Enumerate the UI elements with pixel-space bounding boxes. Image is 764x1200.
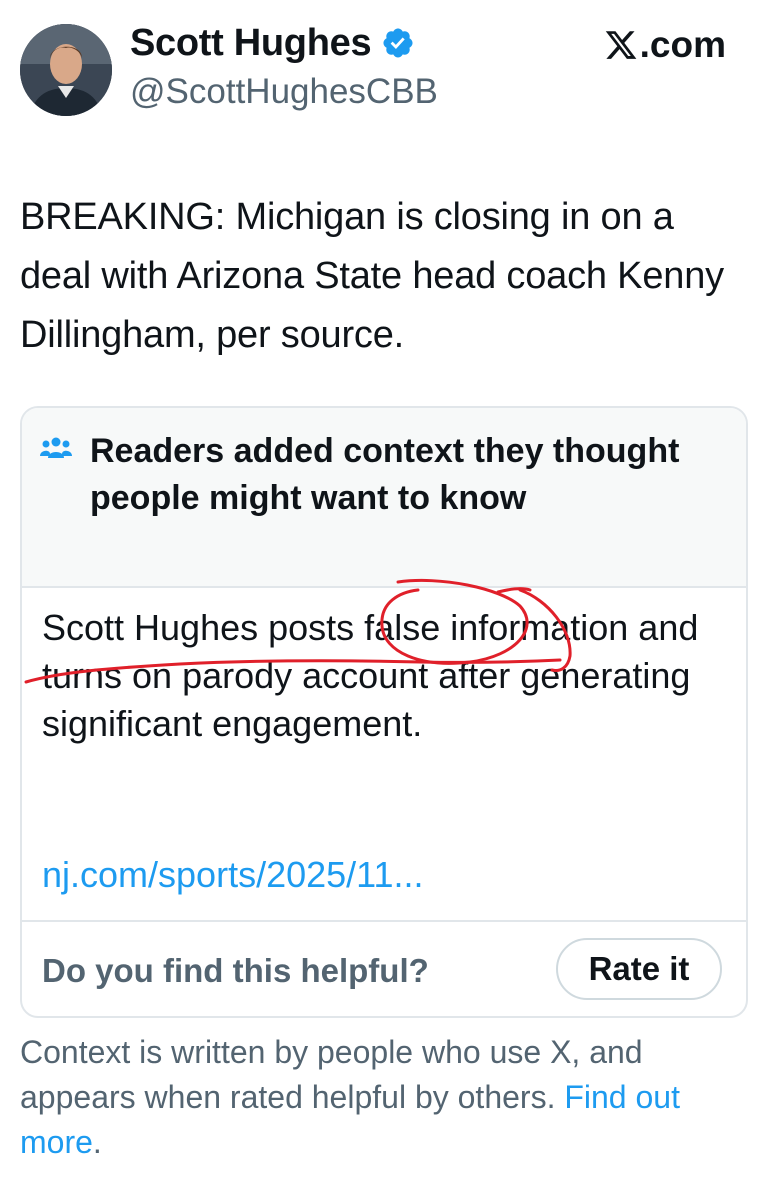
rate-it-button[interactable]: Rate it [556,938,722,1000]
community-note-rating-row: Do you find this helpful? Rate it [22,920,746,1016]
tweet-text: BREAKING: Michigan is closing in on a de… [20,196,724,356]
helpful-question: Do you find this helpful? [42,952,429,989]
footer-period: . [92,1124,102,1160]
community-note-body: Scott Hughes posts false information and… [42,607,699,744]
community-note-source-link[interactable]: nj.com/sports/2025/11... [42,854,424,896]
community-notes-footer: Context is written by people who use X, … [20,1030,750,1165]
footer-text: Context is written by people who use X, … [20,1034,643,1115]
site-label: .com [604,24,726,66]
avatar-photo [20,24,112,116]
author-name[interactable]: Scott Hughes [130,22,372,65]
site-domain: .com [639,24,726,65]
verified-badge-icon [383,28,413,58]
community-note-card: Readers added context they thought peopl… [20,406,748,1018]
avatar[interactable] [20,24,112,116]
author-handle[interactable]: @ScottHughesCBB [130,72,438,112]
community-note-header: Readers added context they thought peopl… [22,408,746,588]
people-icon [40,437,72,458]
community-note-title: Readers added context they thought peopl… [90,432,680,517]
x-logo-icon [605,31,636,59]
author-name-row: Scott Hughes [130,18,415,68]
tweet-header: Scott Hughes @ScottHughesCBB .com [0,0,764,150]
